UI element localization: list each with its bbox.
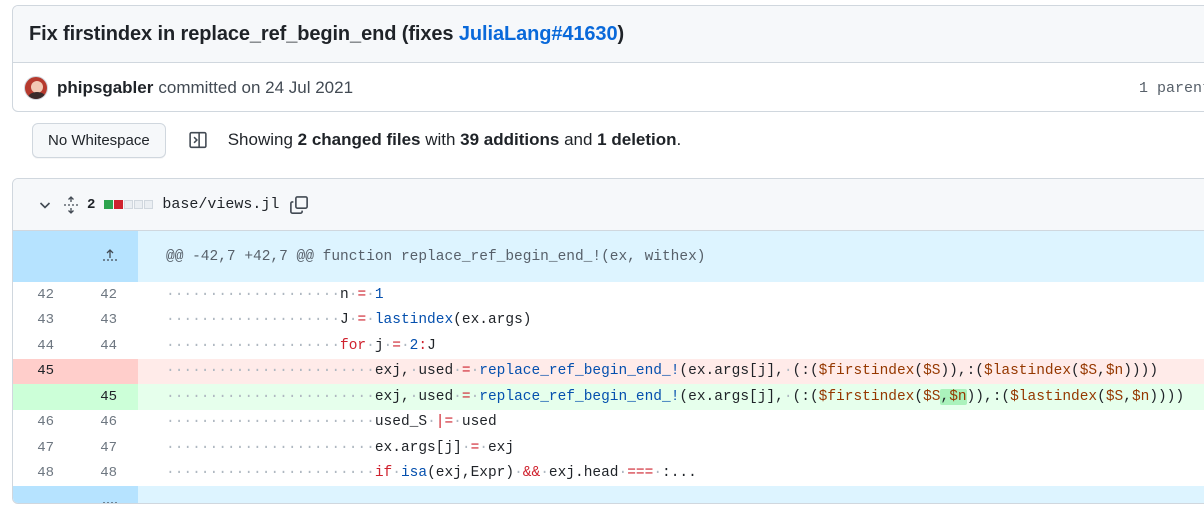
- hunk-footer-row: [13, 486, 1204, 503]
- diff-line: 44 44 ····················for·j·=·2:J: [13, 333, 1204, 359]
- added-line: 45 ························exj,·used·=·r…: [13, 384, 1204, 410]
- diff-summary: Showing 2 changed files with 39 addition…: [228, 130, 682, 150]
- diff-line: 47 47 ························ex.args[j]…: [13, 435, 1204, 461]
- commit-box: Fix firstindex in replace_ref_begin_end …: [12, 5, 1204, 112]
- expand-up-icon[interactable]: [13, 231, 138, 282]
- diffstat-block: [144, 200, 154, 209]
- commit-title-bar: Fix firstindex in replace_ref_begin_end …: [13, 6, 1204, 63]
- diff-table: @@ -42,7 +42,7 @@ function replace_ref_b…: [13, 231, 1204, 503]
- diff-toolbar: No Whitespace Showing 2 changed files wi…: [32, 122, 681, 158]
- diffstat-block: [104, 200, 114, 209]
- new-line-number[interactable]: 48: [75, 461, 138, 487]
- file-diff: 2 base/views.jl @@ -42,7 +42,7 @@ functi…: [12, 178, 1204, 504]
- new-line-number[interactable]: 47: [75, 435, 138, 461]
- summary-with: with: [420, 130, 461, 149]
- summary-additions: 39 additions: [460, 130, 560, 149]
- summary-and: and: [559, 130, 598, 149]
- line-code: ························if·isa(exj,Expr)…: [166, 465, 697, 482]
- summary-showing: Showing: [227, 130, 298, 149]
- old-line-number[interactable]: 47: [13, 435, 75, 461]
- commit-date: committed on 24 Jul 2021: [158, 77, 354, 97]
- author-link[interactable]: phipsgabler: [57, 78, 153, 98]
- copy-icon[interactable]: [288, 194, 310, 216]
- diffstat-block: [124, 200, 134, 209]
- diff-line: 48 48 ························if·isa(exj…: [13, 461, 1204, 487]
- diffstat-block: [114, 200, 124, 209]
- change-count: 2: [87, 196, 96, 213]
- file-header: 2 base/views.jl: [13, 179, 1204, 231]
- commit-title-prefix: Fix firstindex in replace_ref_begin_end …: [29, 22, 459, 45]
- chevron-down-icon[interactable]: [37, 197, 53, 213]
- line-code: ····················for·j·=·2:J: [166, 337, 436, 354]
- new-line-number[interactable]: 42: [75, 282, 138, 308]
- issue-link[interactable]: JuliaLang#41630: [459, 23, 618, 45]
- summary-deletions: 1 deletion: [597, 130, 677, 149]
- split-view-icon[interactable]: [186, 128, 210, 152]
- diffstat-blocks: [104, 200, 154, 209]
- unfold-icon[interactable]: [63, 195, 79, 214]
- expand-down-icon[interactable]: [13, 486, 138, 503]
- new-line-number[interactable]: [75, 358, 138, 384]
- old-line-number[interactable]: 43: [13, 308, 75, 334]
- new-line-number[interactable]: 43: [75, 308, 138, 334]
- summary-changed-files: 2 changed files: [297, 130, 421, 149]
- line-code: ························exj,·used·=·repl…: [138, 384, 1204, 410]
- avatar[interactable]: [24, 75, 48, 100]
- diff-line: 42 42 ····················n·=·1: [13, 282, 1204, 308]
- file-name[interactable]: base/views.jl: [162, 196, 279, 213]
- diff-line: 43 43 ····················J·=·lastindex(…: [13, 308, 1204, 334]
- hunk-header: @@ -42,7 +42,7 @@ function replace_ref_b…: [138, 231, 1204, 282]
- line-code: ························ex.args[j]·=·exj: [166, 439, 515, 456]
- summary-end: .: [676, 130, 682, 149]
- new-line-number[interactable]: 46: [75, 410, 138, 436]
- parent-count: 1 parent: [1138, 80, 1204, 97]
- line-code: ····················n·=·1: [166, 286, 384, 303]
- old-line-number[interactable]: 44: [13, 333, 75, 359]
- commit-title-suffix: ): [617, 22, 625, 45]
- diffstat-block: [134, 200, 144, 209]
- line-code: ························exj,·used·=·repl…: [138, 358, 1204, 384]
- old-line-number[interactable]: 42: [13, 282, 75, 308]
- old-line-number[interactable]: [13, 384, 75, 410]
- old-line-number[interactable]: 46: [13, 410, 75, 436]
- commit-meta: phipsgabler committed on 24 Jul 2021 1 p…: [13, 63, 1204, 111]
- old-line-number[interactable]: 48: [13, 461, 75, 487]
- line-code: ····················J·=·lastindex(ex.arg…: [166, 312, 532, 329]
- diff-line: 46 46 ························used_S·|=·…: [13, 410, 1204, 436]
- deleted-line: 45 ························exj,·used·=·r…: [13, 358, 1204, 384]
- new-line-number[interactable]: 45: [75, 384, 138, 410]
- hunk-header-row: @@ -42,7 +42,7 @@ function replace_ref_b…: [13, 231, 1204, 282]
- no-whitespace-button[interactable]: No Whitespace: [32, 122, 166, 158]
- hunk-footer: [138, 486, 1204, 503]
- new-line-number[interactable]: 44: [75, 333, 138, 359]
- commit-title: Fix firstindex in replace_ref_begin_end …: [29, 23, 624, 46]
- old-line-number[interactable]: 45: [13, 358, 75, 384]
- line-code: ························used_S·|=·used: [166, 414, 497, 431]
